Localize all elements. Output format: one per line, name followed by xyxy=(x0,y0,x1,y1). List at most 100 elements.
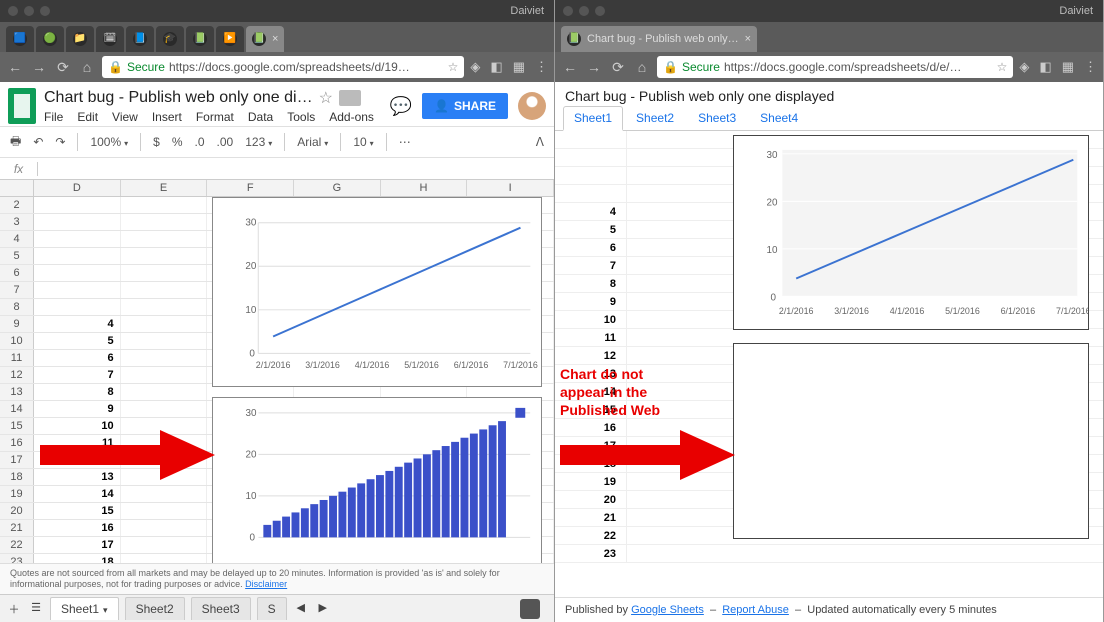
cell[interactable] xyxy=(34,299,121,315)
extension-icon[interactable]: ◈ xyxy=(1019,59,1029,75)
browser-tab[interactable]: 🗓 xyxy=(96,26,124,52)
document-title[interactable]: Chart bug - Publish web only one di… xyxy=(44,89,313,107)
traffic-lights[interactable] xyxy=(8,6,50,16)
cell[interactable] xyxy=(34,282,121,298)
font-dropdown[interactable]: Arial xyxy=(297,135,328,149)
line-chart-left[interactable]: 30 20 10 0 xyxy=(212,197,542,387)
nav-back-icon[interactable]: ← xyxy=(561,59,579,75)
browser-tab[interactable]: 📘 xyxy=(126,26,154,52)
disclaimer-link[interactable]: Disclaimer xyxy=(245,579,287,589)
sheet-tab[interactable]: Sheet2 xyxy=(125,597,185,620)
undo-icon[interactable]: ↶ xyxy=(33,135,43,149)
cell[interactable]: 7 xyxy=(34,367,121,383)
extension-icon[interactable]: ◧ xyxy=(1039,59,1051,75)
cell[interactable]: 17 xyxy=(34,537,121,553)
cell[interactable] xyxy=(34,197,121,213)
cell[interactable] xyxy=(34,214,121,230)
share-button[interactable]: 👤 SHARE xyxy=(422,93,508,119)
cell[interactable]: 10 xyxy=(34,418,121,434)
published-tab[interactable]: Sheet3 xyxy=(687,106,747,130)
scroll-right-icon[interactable]: ▶ xyxy=(315,601,331,617)
cell[interactable] xyxy=(34,265,121,281)
dec-increase-button[interactable]: .00 xyxy=(217,135,234,149)
column-header[interactable]: G xyxy=(294,180,381,196)
column-header[interactable]: I xyxy=(467,180,554,196)
explore-button[interactable] xyxy=(520,599,540,619)
menu-item[interactable]: File xyxy=(44,110,63,124)
formula-input[interactable] xyxy=(38,158,554,179)
cell[interactable]: 16 xyxy=(34,520,121,536)
published-tab[interactable]: Sheet2 xyxy=(625,106,685,130)
row-header[interactable]: 5 xyxy=(0,248,34,264)
row-header[interactable]: 23 xyxy=(0,554,34,563)
extension-icon[interactable]: ◈ xyxy=(470,59,480,75)
format-123-dropdown[interactable]: 123 xyxy=(245,135,272,149)
nav-home-icon[interactable]: ⌂ xyxy=(78,59,96,75)
cell[interactable]: 9 xyxy=(34,401,121,417)
dec-decrease-button[interactable]: .0 xyxy=(195,135,205,149)
row-header[interactable]: 20 xyxy=(0,503,34,519)
cell[interactable] xyxy=(34,231,121,247)
browser-tab[interactable]: 🟢 xyxy=(36,26,64,52)
print-icon[interactable]: 🖶 xyxy=(10,132,21,153)
cell[interactable]: 11 xyxy=(34,435,121,451)
row-header[interactable]: 21 xyxy=(0,520,34,536)
close-tab-icon[interactable]: × xyxy=(272,33,278,45)
font-size-dropdown[interactable]: 10 xyxy=(353,135,373,149)
row-header[interactable]: 12 xyxy=(0,367,34,383)
cell[interactable]: 14 xyxy=(34,486,121,502)
nav-home-icon[interactable]: ⌂ xyxy=(633,59,651,75)
browser-tab[interactable]: 📁 xyxy=(66,26,94,52)
menu-item[interactable]: Edit xyxy=(77,110,98,124)
account-avatar[interactable] xyxy=(518,92,546,120)
menu-icon[interactable]: ⋮ xyxy=(535,59,548,75)
nav-forward-icon[interactable]: → xyxy=(585,59,603,75)
add-sheet-icon[interactable]: ＋ xyxy=(6,601,22,617)
row-header[interactable]: 22 xyxy=(0,537,34,553)
menu-item[interactable]: Tools xyxy=(287,110,315,124)
percent-button[interactable]: % xyxy=(172,135,183,149)
published-tab[interactable]: Sheet1 xyxy=(563,106,623,131)
sheet-tab[interactable]: S xyxy=(257,597,287,620)
row-header[interactable]: 7 xyxy=(0,282,34,298)
row-header[interactable]: 8 xyxy=(0,299,34,315)
star-document-icon[interactable]: ☆ xyxy=(319,88,333,108)
row-header[interactable]: 10 xyxy=(0,333,34,349)
column-header[interactable]: E xyxy=(121,180,208,196)
column-headers[interactable]: DEFGHI xyxy=(0,180,554,197)
menu-item[interactable]: Data xyxy=(248,110,273,124)
row-header[interactable]: 16 xyxy=(0,435,34,451)
menu-item[interactable]: Format xyxy=(196,110,234,124)
nav-forward-icon[interactable]: → xyxy=(30,59,48,75)
sheets-logo-icon[interactable] xyxy=(8,88,36,124)
row-header[interactable]: 19 xyxy=(0,486,34,502)
cell[interactable]: 8 xyxy=(34,384,121,400)
star-icon[interactable]: ☆ xyxy=(448,60,459,74)
cell[interactable]: 4 xyxy=(34,316,121,332)
menu-item[interactable]: View xyxy=(112,110,138,124)
row-header[interactable]: 6 xyxy=(0,265,34,281)
row-header[interactable]: 3 xyxy=(0,214,34,230)
row-header[interactable]: 17 xyxy=(0,452,34,468)
column-header[interactable]: D xyxy=(34,180,121,196)
report-abuse-link[interactable]: Report Abuse xyxy=(722,604,789,616)
comments-icon[interactable]: 💬 xyxy=(390,96,412,117)
column-header[interactable]: H xyxy=(381,180,468,196)
published-tab[interactable]: Sheet4 xyxy=(749,106,809,130)
browser-tab[interactable]: 📗× xyxy=(246,26,284,52)
collapse-toolbar-icon[interactable]: ᐱ xyxy=(536,135,544,149)
nav-reload-icon[interactable]: ⟳ xyxy=(54,59,72,76)
row-header[interactable]: 9 xyxy=(0,316,34,332)
zoom-dropdown[interactable]: 100% xyxy=(90,135,128,149)
close-tab-icon[interactable]: × xyxy=(745,33,751,45)
currency-button[interactable]: $ xyxy=(153,135,160,149)
redo-icon[interactable]: ↷ xyxy=(55,135,65,149)
row-header[interactable]: 2 xyxy=(0,197,34,213)
browser-tab[interactable]: 📗 xyxy=(186,26,214,52)
cell[interactable]: 13 xyxy=(34,469,121,485)
url-field[interactable]: 🔒 Secure https://docs.google.com/spreads… xyxy=(657,56,1013,78)
more-tools-button[interactable]: ⋯ xyxy=(399,135,411,149)
row-header[interactable]: 18 xyxy=(0,469,34,485)
nav-reload-icon[interactable]: ⟳ xyxy=(609,59,627,76)
spreadsheet-grid[interactable]: 2345678941051161271381491510161117121813… xyxy=(0,197,554,563)
